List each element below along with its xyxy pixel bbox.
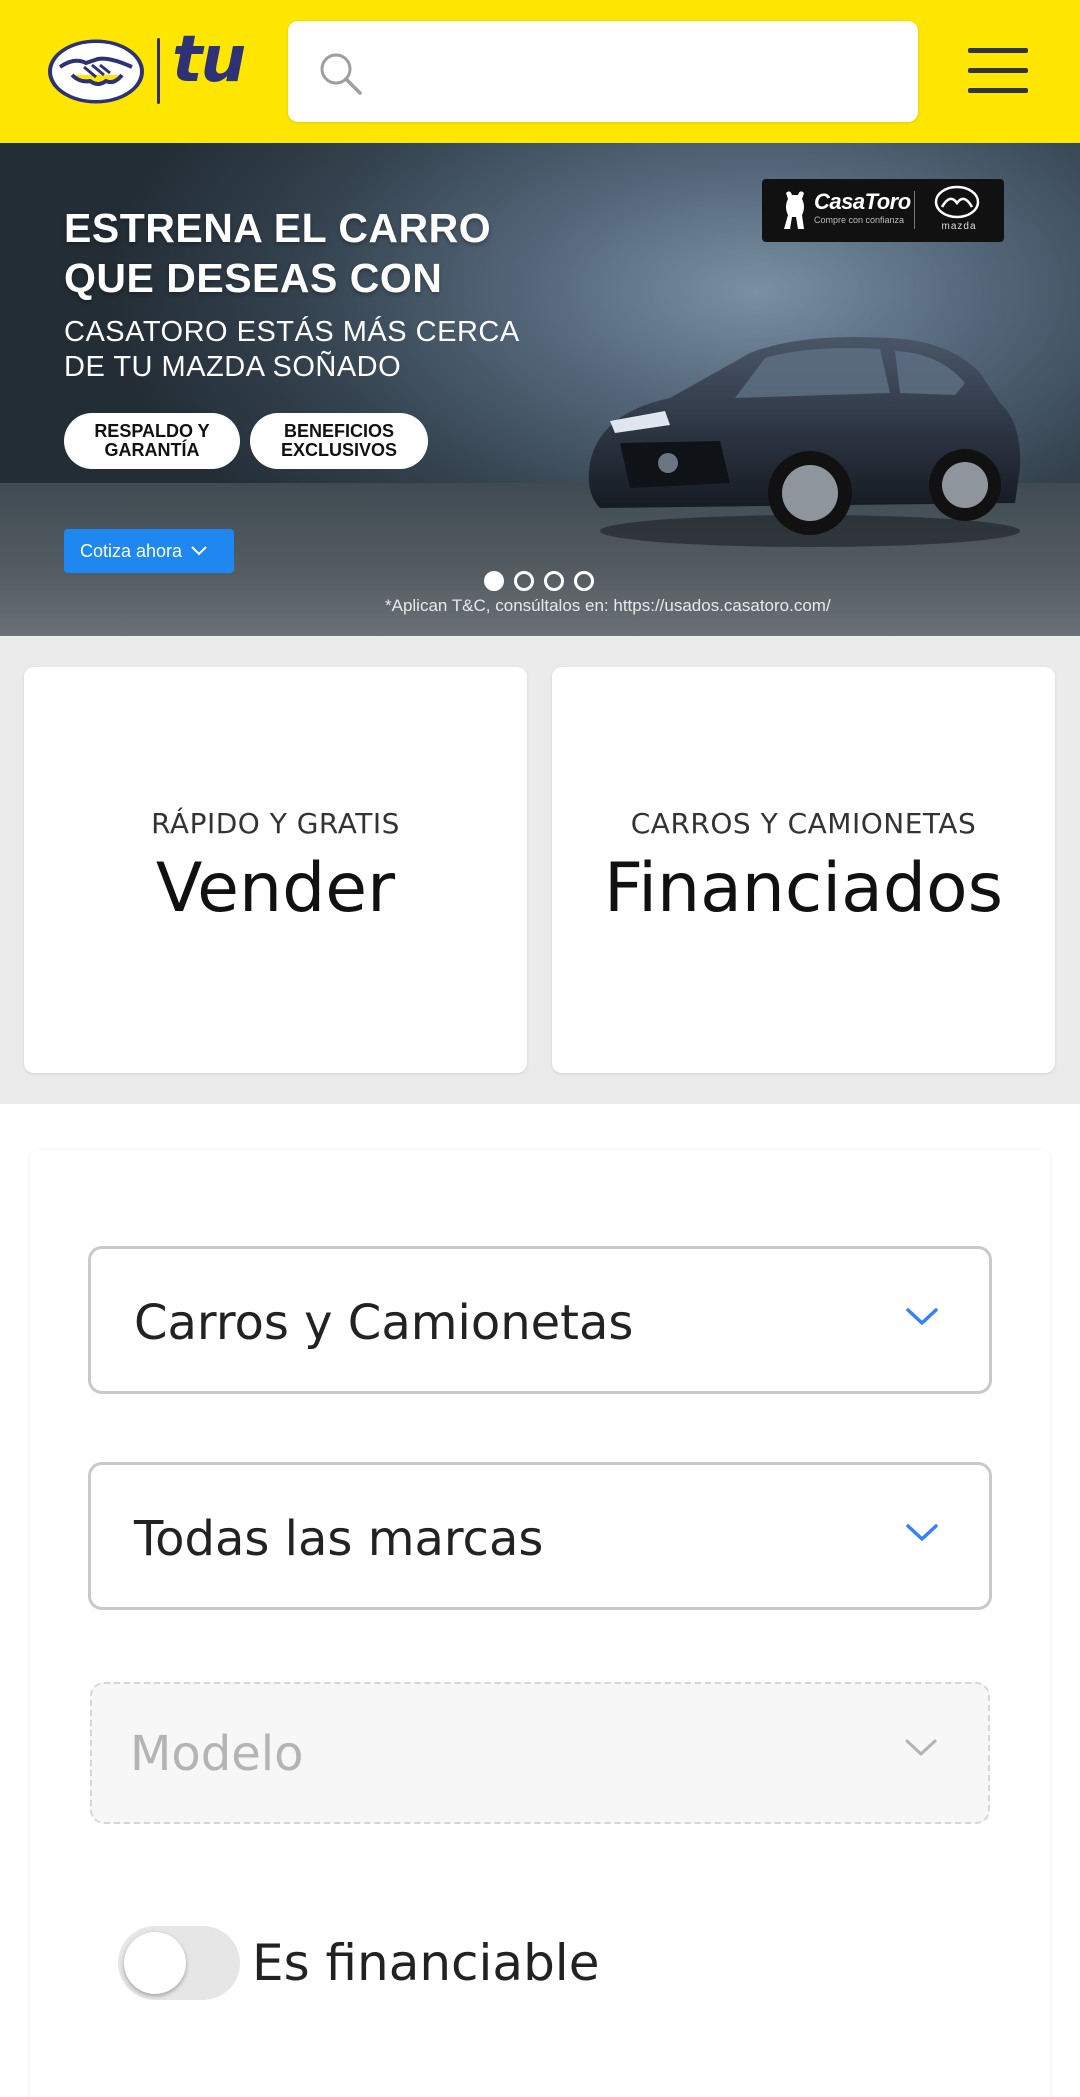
car-image bbox=[588, 337, 1021, 547]
chevron-down-icon bbox=[906, 1524, 938, 1541]
search-input[interactable] bbox=[378, 41, 898, 101]
logo-divider bbox=[157, 38, 160, 104]
hamburger-menu-icon[interactable] bbox=[966, 44, 1030, 98]
card-title: Vender bbox=[155, 849, 396, 928]
card-kicker: CARROS Y CAMIONETAS bbox=[630, 807, 977, 840]
banner-pill-beneficios: BENEFICIOS EXCLUSIVOS bbox=[250, 413, 428, 469]
carousel-dot-3[interactable] bbox=[544, 571, 564, 591]
top-header: tu bbox=[0, 0, 1080, 143]
category-select-value: Carros y Camionetas bbox=[134, 1295, 634, 1351]
chevron-down-icon bbox=[905, 1739, 937, 1756]
banner-disclaimer: *Aplican T&C, consúltalos en: https://us… bbox=[385, 596, 831, 615]
carousel-dot-4[interactable] bbox=[574, 571, 594, 591]
carousel-dot-2[interactable] bbox=[514, 571, 534, 591]
promo-banner-carousel[interactable]: ESTRENA EL CARRO QUE DESEAS CON CASATORO… bbox=[0, 143, 1080, 636]
carousel-dot-1[interactable] bbox=[484, 571, 504, 591]
financiados-card[interactable]: CARROS Y CAMIONETAS Financiados bbox=[552, 667, 1055, 1073]
banner-pill-respaldo: RESPALDO Y GARANTÍA bbox=[64, 413, 240, 469]
bull-logo-icon bbox=[784, 191, 804, 229]
toggle-knob bbox=[124, 1932, 186, 1994]
carousel-pagination bbox=[484, 571, 594, 591]
chevron-down-icon bbox=[906, 1308, 938, 1325]
banner-headline: ESTRENA EL CARRO QUE DESEAS CON bbox=[64, 205, 492, 301]
financeable-label: Es financiable bbox=[252, 1934, 600, 1992]
search-icon bbox=[320, 53, 362, 95]
search-box[interactable] bbox=[288, 21, 918, 122]
brand-select-value: Todas las marcas bbox=[134, 1511, 544, 1567]
card-kicker: RÁPIDO Y GRATIS bbox=[151, 807, 400, 840]
handshake-logo-icon[interactable] bbox=[46, 37, 146, 106]
brand-select[interactable]: Todas las marcas bbox=[88, 1462, 992, 1610]
financeable-toggle[interactable] bbox=[118, 1926, 240, 2000]
mazda-logo-icon bbox=[934, 185, 980, 219]
casatoro-mazda-badge: CasaToro Compre con confianza mazda bbox=[762, 179, 1004, 242]
model-select-placeholder: Modelo bbox=[130, 1726, 304, 1782]
category-select[interactable]: Carros y Camionetas bbox=[88, 1246, 992, 1394]
logo-wordmark[interactable]: tu bbox=[172, 28, 246, 92]
banner-subheadline: CASATORO ESTÁS MÁS CERCA DE TU MAZDA SOÑ… bbox=[64, 316, 520, 383]
card-title: Financiados bbox=[603, 849, 1004, 928]
cotiza-ahora-button[interactable]: Cotiza ahora bbox=[64, 529, 234, 573]
model-select[interactable]: Modelo bbox=[90, 1682, 990, 1824]
vender-card[interactable]: RÁPIDO Y GRATIS Vender bbox=[24, 667, 527, 1073]
chevron-down-icon bbox=[191, 546, 207, 556]
